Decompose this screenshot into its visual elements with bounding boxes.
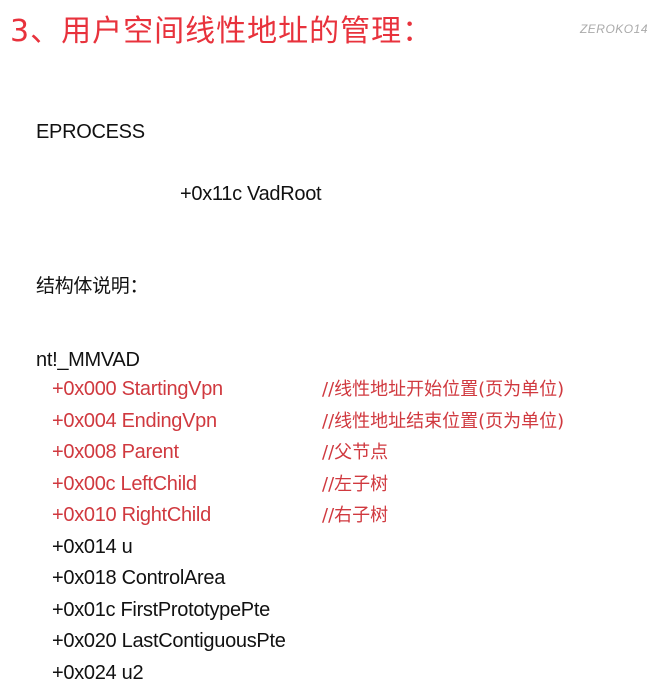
field-name: +0x00c LeftChild xyxy=(52,472,197,495)
field-name: +0x000 StartingVpn xyxy=(52,378,223,400)
field-name: +0x008 Parent xyxy=(52,441,179,463)
field-comment: //线性地址开始位置(页为单位) xyxy=(322,379,565,400)
field-name: +0x014 u xyxy=(52,535,133,558)
field-comment: //右子树 xyxy=(322,505,389,526)
watermark: ZEROKO14 xyxy=(579,22,648,36)
field-name: +0x018 ControlArea xyxy=(52,567,226,589)
description-label: 结构体说明： xyxy=(36,275,149,297)
slide-title: 3、用户空间线性地址的管理： xyxy=(10,14,434,49)
field-comment: //父节点 xyxy=(322,442,389,463)
struct-name: nt!_MMVAD xyxy=(36,349,140,371)
field-name: +0x020 LastContiguousPte xyxy=(52,630,286,652)
field-name: +0x01c FirstPrototypePte xyxy=(52,598,270,621)
field-name: +0x010 RightChild xyxy=(52,504,211,526)
field-name: +0x024 u2 xyxy=(52,661,144,684)
vadroot-field: +0x11c VadRoot xyxy=(180,183,322,205)
eprocess-label: EPROCESS xyxy=(36,121,145,143)
field-comment: //左子树 xyxy=(322,473,389,495)
field-comment: //线性地址结束位置(页为单位) xyxy=(322,410,565,432)
field-name: +0x004 EndingVpn xyxy=(52,409,217,432)
